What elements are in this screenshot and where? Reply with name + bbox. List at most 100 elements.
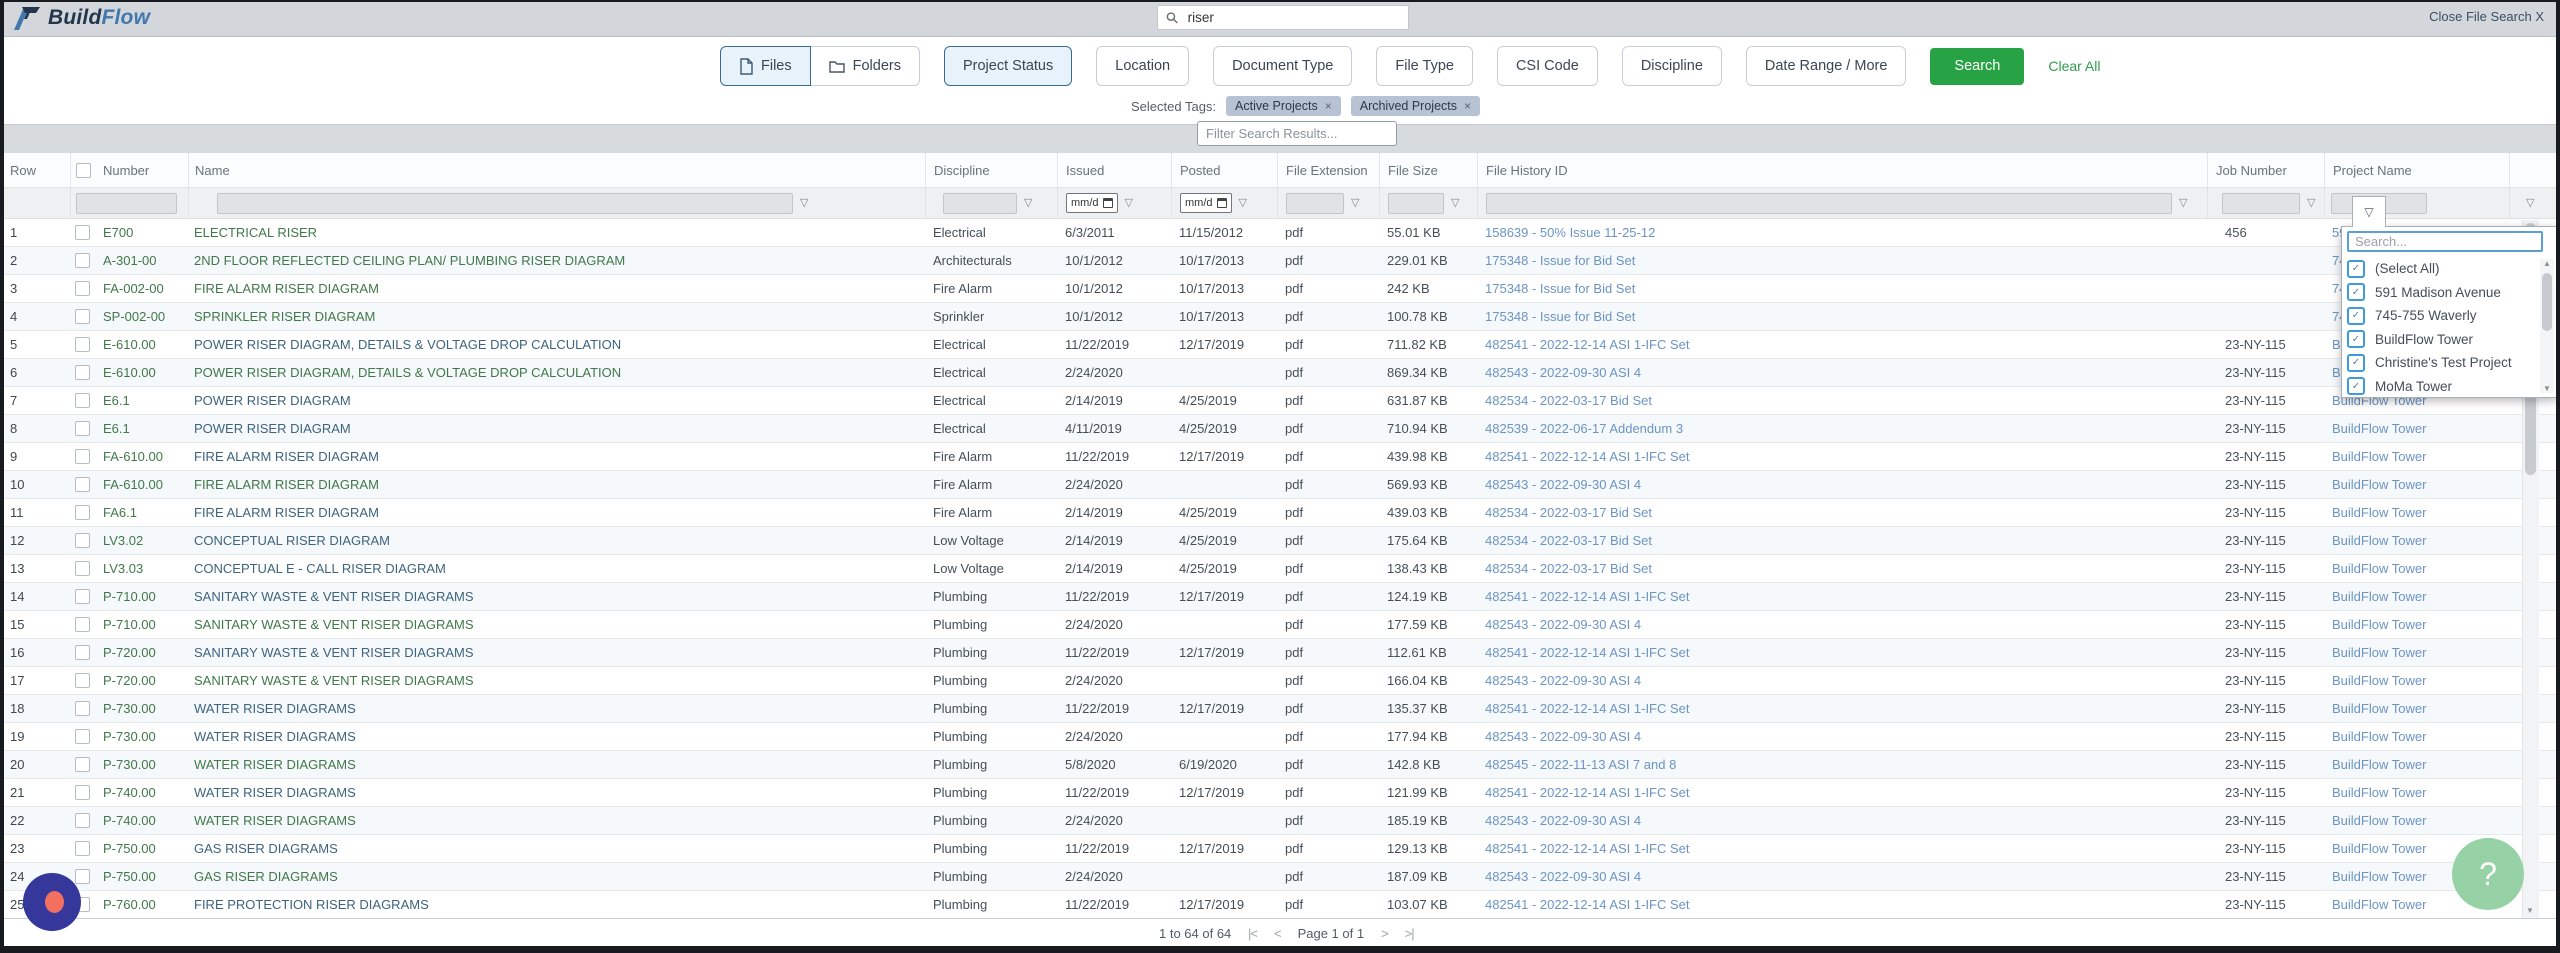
csi-code-button[interactable]: CSI Code: [1497, 46, 1598, 86]
row-checkbox[interactable]: [75, 421, 90, 436]
file-number-link[interactable]: LV3.02: [103, 533, 143, 548]
file-name-link[interactable]: FIRE ALARM RISER DIAGRAM: [194, 505, 379, 520]
help-widget-button[interactable]: ?: [2452, 838, 2524, 910]
dropdown-scroll-down-icon[interactable]: ▼: [2543, 384, 2551, 393]
location-button[interactable]: Location: [1096, 46, 1189, 86]
column-header-posted[interactable]: Posted: [1171, 153, 1277, 187]
row-checkbox[interactable]: [75, 533, 90, 548]
file-number-link[interactable]: FA-610.00: [103, 449, 163, 464]
file-number-link[interactable]: P-720.00: [103, 645, 156, 660]
folders-button[interactable]: Folders: [811, 46, 920, 86]
row-checkbox[interactable]: [75, 841, 90, 856]
file-number-link[interactable]: P-740.00: [103, 813, 156, 828]
file-name-link[interactable]: POWER RISER DIAGRAM: [194, 393, 351, 408]
project-filter-search-input[interactable]: [2347, 231, 2543, 252]
file-name-link[interactable]: CONCEPTUAL E - CALL RISER DIAGRAM: [194, 561, 446, 576]
column-header-project-name[interactable]: Project Name: [2324, 153, 2509, 187]
file-history-link[interactable]: 175348 - Issue for Bid Set: [1485, 253, 1635, 268]
file-name-link[interactable]: ELECTRICAL RISER: [194, 225, 317, 240]
column-header-discipline[interactable]: Discipline: [925, 153, 1057, 187]
column-header-job-number[interactable]: Job Number: [2207, 153, 2324, 187]
file-extension-filter-funnel-icon[interactable]: ▽: [1351, 198, 1359, 209]
clear-all-button[interactable]: Clear All: [2048, 58, 2100, 74]
file-number-link[interactable]: P-750.00: [103, 869, 156, 884]
global-search-input[interactable]: [1186, 9, 1400, 26]
file-history-link[interactable]: 175348 - Issue for Bid Set: [1485, 281, 1635, 296]
project-name-link[interactable]: BuildFlow Tower: [2332, 477, 2426, 492]
file-name-link[interactable]: SPRINKLER RISER DIAGRAM: [194, 309, 375, 324]
file-name-link[interactable]: CONCEPTUAL RISER DIAGRAM: [194, 533, 390, 548]
project-name-link[interactable]: BuildFlow Tower: [2332, 897, 2426, 912]
option-checkbox-checked[interactable]: ✓: [2347, 377, 2365, 395]
project-name-link[interactable]: BuildFlow Tower: [2332, 841, 2426, 856]
project-name-link[interactable]: BuildFlow Tower: [2332, 869, 2426, 884]
dropdown-scrollbar-thumb[interactable]: [2542, 273, 2552, 331]
file-history-link[interactable]: 482543 - 2022-09-30 ASI 4: [1485, 813, 1641, 828]
column-header-file-extension[interactable]: File Extension: [1277, 153, 1379, 187]
file-history-link[interactable]: 482543 - 2022-09-30 ASI 4: [1485, 869, 1641, 884]
number-filter-input[interactable]: [76, 193, 177, 214]
issued-filter-funnel-icon[interactable]: ▽: [1125, 198, 1133, 209]
file-number-link[interactable]: E-610.00: [103, 337, 156, 352]
column-header-number[interactable]: Number: [70, 153, 188, 187]
file-name-link[interactable]: POWER RISER DIAGRAM: [194, 421, 351, 436]
file-history-link[interactable]: 482541 - 2022-12-14 ASI 1-IFC Set: [1485, 785, 1690, 800]
file-name-link[interactable]: FIRE PROTECTION RISER DIAGRAMS: [194, 897, 429, 912]
file-name-link[interactable]: WATER RISER DIAGRAMS: [194, 729, 356, 744]
column-header-issued[interactable]: Issued: [1057, 153, 1171, 187]
option-checkbox-checked[interactable]: ✓: [2347, 354, 2365, 372]
project-name-link[interactable]: BuildFlow Tower: [2332, 589, 2426, 604]
project-name-link[interactable]: BuildFlow Tower: [2332, 645, 2426, 660]
file-history-link[interactable]: 482534 - 2022-03-17 Bid Set: [1485, 505, 1652, 520]
column-header-file-history-id[interactable]: File History ID: [1477, 153, 2207, 187]
project-name-link[interactable]: BuildFlow Tower: [2332, 617, 2426, 632]
row-checkbox[interactable]: [75, 645, 90, 660]
project-name-link[interactable]: BuildFlow Tower: [2332, 813, 2426, 828]
row-checkbox[interactable]: [75, 729, 90, 744]
option-checkbox-checked[interactable]: ✓: [2347, 283, 2365, 301]
issued-date-input[interactable]: mm/d: [1066, 193, 1118, 213]
tag-active-projects[interactable]: Active Projects×: [1226, 96, 1341, 116]
file-history-link[interactable]: 482541 - 2022-12-14 ASI 1-IFC Set: [1485, 449, 1690, 464]
row-checkbox[interactable]: [75, 561, 90, 576]
name-filter-funnel-icon[interactable]: ▽: [800, 198, 808, 209]
file-name-link[interactable]: SANITARY WASTE & VENT RISER DIAGRAMS: [194, 617, 474, 632]
results-filter-input[interactable]: [1197, 121, 1397, 146]
first-page-button[interactable]: |<: [1248, 926, 1257, 941]
name-filter-input[interactable]: [217, 193, 793, 214]
project-filter-option[interactable]: ✓ BuildFlow Tower: [2347, 328, 2536, 352]
file-number-link[interactable]: E700: [103, 225, 133, 240]
file-history-link[interactable]: 482543 - 2022-09-30 ASI 4: [1485, 365, 1641, 380]
project-name-link[interactable]: BuildFlow Tower: [2332, 421, 2426, 436]
row-checkbox[interactable]: [75, 617, 90, 632]
job-number-filter-input[interactable]: [2222, 193, 2300, 214]
column-header-row[interactable]: Row: [0, 153, 70, 187]
posted-filter-funnel-icon[interactable]: ▽: [1239, 198, 1247, 209]
file-number-link[interactable]: P-740.00: [103, 785, 156, 800]
close-file-search-button[interactable]: Close File Search X: [2429, 9, 2544, 24]
project-status-button[interactable]: Project Status: [944, 46, 1072, 86]
brand-logo[interactable]: BuildFlow: [12, 3, 150, 32]
project-name-link[interactable]: BuildFlow Tower: [2332, 785, 2426, 800]
file-history-link[interactable]: 482534 - 2022-03-17 Bid Set: [1485, 533, 1652, 548]
file-name-link[interactable]: WATER RISER DIAGRAMS: [194, 785, 356, 800]
file-history-link[interactable]: 482541 - 2022-12-14 ASI 1-IFC Set: [1485, 589, 1690, 604]
project-name-link[interactable]: BuildFlow Tower: [2332, 505, 2426, 520]
row-checkbox[interactable]: [75, 813, 90, 828]
file-history-link[interactable]: 482543 - 2022-09-30 ASI 4: [1485, 673, 1641, 688]
file-number-link[interactable]: FA-002-00: [103, 281, 164, 296]
file-history-filter-input[interactable]: [1486, 193, 2172, 214]
last-page-button[interactable]: >|: [1405, 926, 1414, 941]
row-checkbox[interactable]: [75, 673, 90, 688]
project-name-link[interactable]: BuildFlow Tower: [2332, 561, 2426, 576]
global-search[interactable]: [1157, 5, 1409, 30]
file-name-link[interactable]: SANITARY WASTE & VENT RISER DIAGRAMS: [194, 645, 474, 660]
project-name-link[interactable]: BuildFlow Tower: [2332, 729, 2426, 744]
posted-date-input[interactable]: mm/d: [1180, 193, 1232, 213]
chat-widget-button[interactable]: [23, 873, 81, 931]
file-history-link[interactable]: 482543 - 2022-09-30 ASI 4: [1485, 729, 1641, 744]
tag-archived-projects[interactable]: Archived Projects×: [1351, 96, 1480, 116]
file-name-link[interactable]: POWER RISER DIAGRAM, DETAILS & VOLTAGE D…: [194, 365, 621, 380]
file-name-link[interactable]: WATER RISER DIAGRAMS: [194, 757, 356, 772]
document-type-button[interactable]: Document Type: [1213, 46, 1352, 86]
